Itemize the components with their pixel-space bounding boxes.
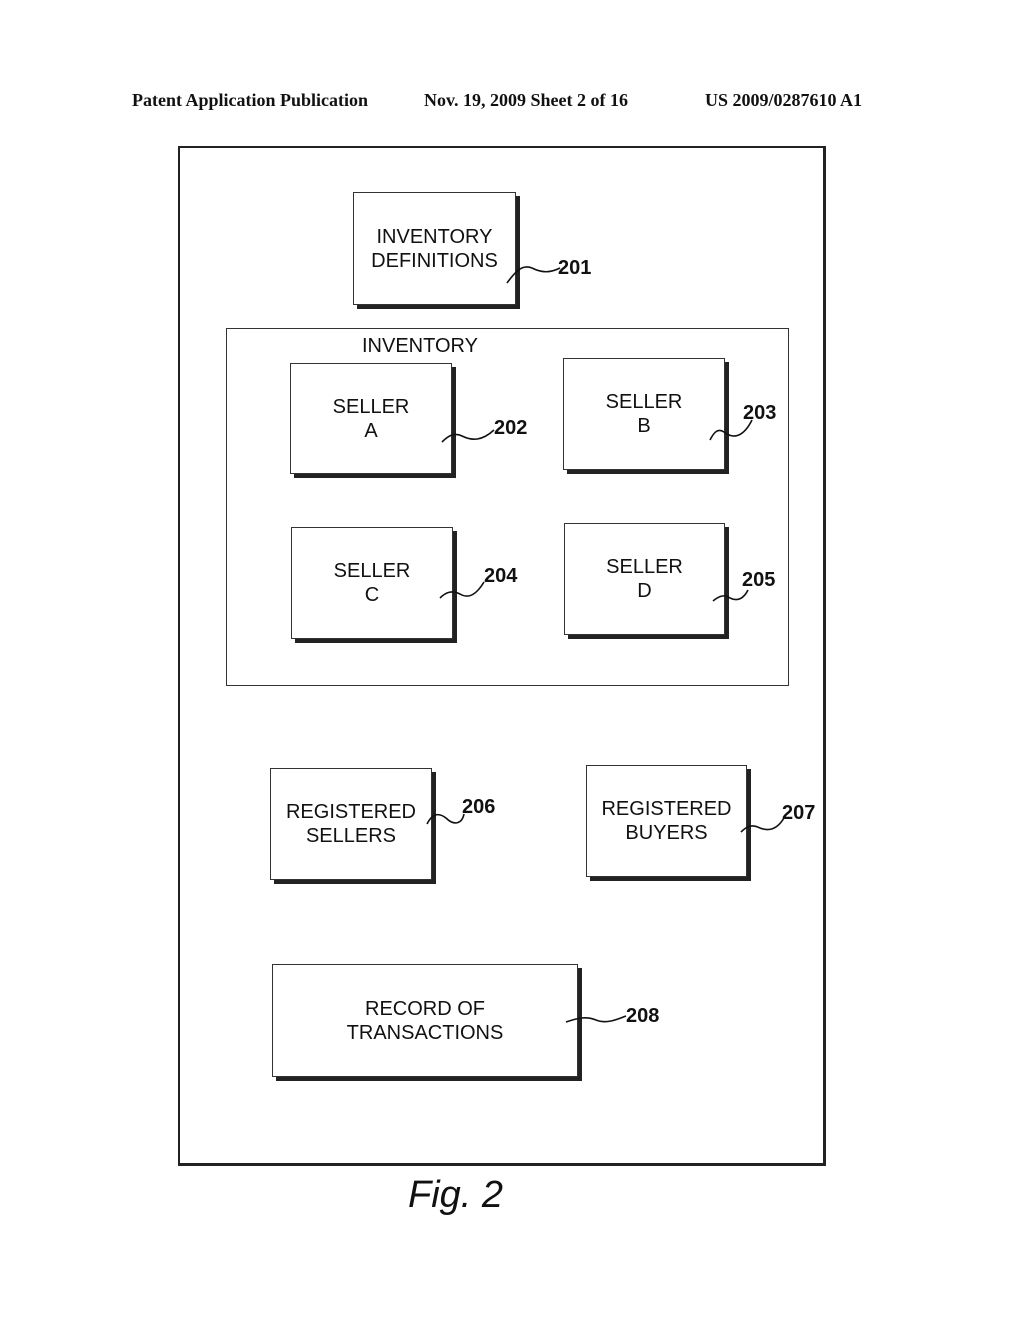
record-of-transactions-label: RECORD OF TRANSACTIONS <box>346 997 504 1044</box>
inventory-group-label: INVENTORY <box>362 335 478 357</box>
inventory-definitions-box: INVENTORY DEFINITIONS <box>353 192 516 305</box>
seller-a-box: SELLER A <box>290 363 452 474</box>
seller-b-label: SELLER B <box>605 391 683 437</box>
ref-208: 208 <box>626 1005 660 1027</box>
ref-207: 207 <box>782 802 816 824</box>
registered-sellers-box: REGISTERED SELLERS <box>270 768 432 880</box>
ref-201: 201 <box>558 257 592 279</box>
ref-204: 204 <box>484 565 518 587</box>
seller-d-box: SELLER D <box>564 523 725 635</box>
ref-206: 206 <box>462 796 496 818</box>
figure-caption: Fig. 2 <box>408 1174 504 1216</box>
record-of-transactions-box: RECORD OF TRANSACTIONS <box>272 964 578 1077</box>
seller-d-label: SELLER D <box>606 556 683 602</box>
registered-sellers-label: REGISTERED SELLERS <box>285 801 417 847</box>
seller-c-label: SELLER C <box>333 560 411 606</box>
ref-202: 202 <box>494 417 528 439</box>
seller-c-box: SELLER C <box>291 527 453 639</box>
page-header: Patent Application Publication Nov. 19, … <box>0 90 1024 114</box>
inventory-definitions-label: INVENTORY DEFINITIONS <box>371 225 498 272</box>
registered-buyers-box: REGISTERED BUYERS <box>586 765 747 877</box>
ref-203: 203 <box>743 402 777 424</box>
ref-205: 205 <box>742 569 776 591</box>
seller-b-box: SELLER B <box>563 358 725 470</box>
seller-a-label: SELLER A <box>332 395 410 442</box>
date-sheet-label: Nov. 19, 2009 Sheet 2 of 16 <box>424 90 628 110</box>
registered-buyers-label: REGISTERED BUYERS <box>601 798 732 844</box>
publication-number: US 2009/0287610 A1 <box>705 90 863 110</box>
publication-label: Patent Application Publication <box>132 90 369 110</box>
